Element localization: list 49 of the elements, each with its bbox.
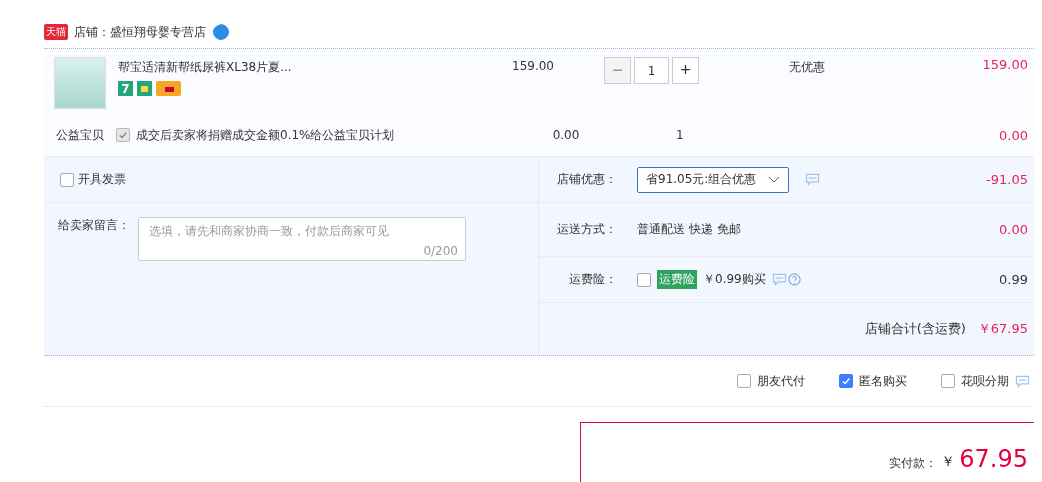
insurance-tag: 运费险 — [657, 270, 697, 289]
quantity-field[interactable]: 1 — [634, 57, 669, 84]
shipping-amount: 0.00 — [999, 222, 1028, 237]
insurance-amount: 0.99 — [999, 272, 1028, 287]
store-total-label: 店铺合计(含运费) — [864, 320, 966, 338]
checkbox[interactable] — [737, 374, 751, 388]
store-name[interactable]: 店铺：盛恒翔母婴专营店 — [74, 23, 206, 41]
discount-dropdown[interactable]: 省91.05元:组合优惠 — [637, 166, 790, 193]
option-label[interactable]: 花呗分期 — [961, 372, 1009, 390]
check-icon — [841, 376, 851, 386]
store-total-amount: ￥67.95 — [977, 320, 1028, 338]
discount-amount: -91.05 — [986, 172, 1028, 187]
char-counter: 0/200 — [423, 244, 458, 258]
checkbox[interactable] — [60, 172, 74, 187]
comment-icon[interactable] — [805, 173, 821, 186]
checkbox[interactable] — [839, 374, 853, 388]
card-icon — [156, 81, 181, 96]
comment-icon[interactable] — [1015, 374, 1030, 388]
option-label[interactable]: 匿名购买 — [859, 372, 907, 390]
message-label: 给卖家留言： — [58, 217, 130, 234]
charity-label: 公益宝贝 — [55, 126, 105, 144]
photo-placeholder[interactable] — [54, 57, 106, 109]
charity-text: 成交后卖家将捐赠成交金额0.1%给公益宝贝计划 — [136, 126, 395, 144]
discount-text: 无优惠 — [789, 59, 826, 76]
payment-label: 实付款： — [889, 455, 938, 472]
option-label[interactable]: 朋友代付 — [757, 372, 805, 390]
insurance-label: 运费险： — [568, 271, 617, 288]
payment-amount: 67.95 — [959, 447, 1028, 471]
help-icon[interactable] — [787, 273, 801, 286]
subtotal: 159.00 — [981, 57, 1029, 74]
mall-badge: 天猫 — [44, 24, 68, 40]
checkbox[interactable] — [637, 272, 651, 287]
shipping-label: 运送方式： — [556, 221, 617, 238]
comment-icon[interactable] — [771, 273, 787, 286]
invoice-label[interactable]: 开具发票 — [78, 171, 126, 188]
discount-label: 店铺优惠： — [556, 171, 617, 188]
checkbox[interactable] — [941, 374, 955, 388]
shipping-method: 普通配送 快递 免邮 — [637, 221, 741, 238]
charity-quantity: 1 — [675, 128, 685, 142]
insurance-price: ￥0.99购买 — [703, 271, 766, 288]
return-badge: 7 — [118, 81, 133, 96]
check-icon — [118, 130, 128, 140]
currency-symbol: ￥ — [941, 453, 956, 471]
product-title[interactable]: 帮宝适清新帮纸尿裤XL38片夏... — [118, 59, 478, 76]
chevron-icon — [768, 175, 781, 184]
charity-subtotal: 0.00 — [998, 127, 1029, 143]
unit-price: 159.00 — [511, 58, 555, 75]
charity-price: 0.00 — [551, 128, 581, 142]
increase-button[interactable]: + — [672, 57, 699, 84]
